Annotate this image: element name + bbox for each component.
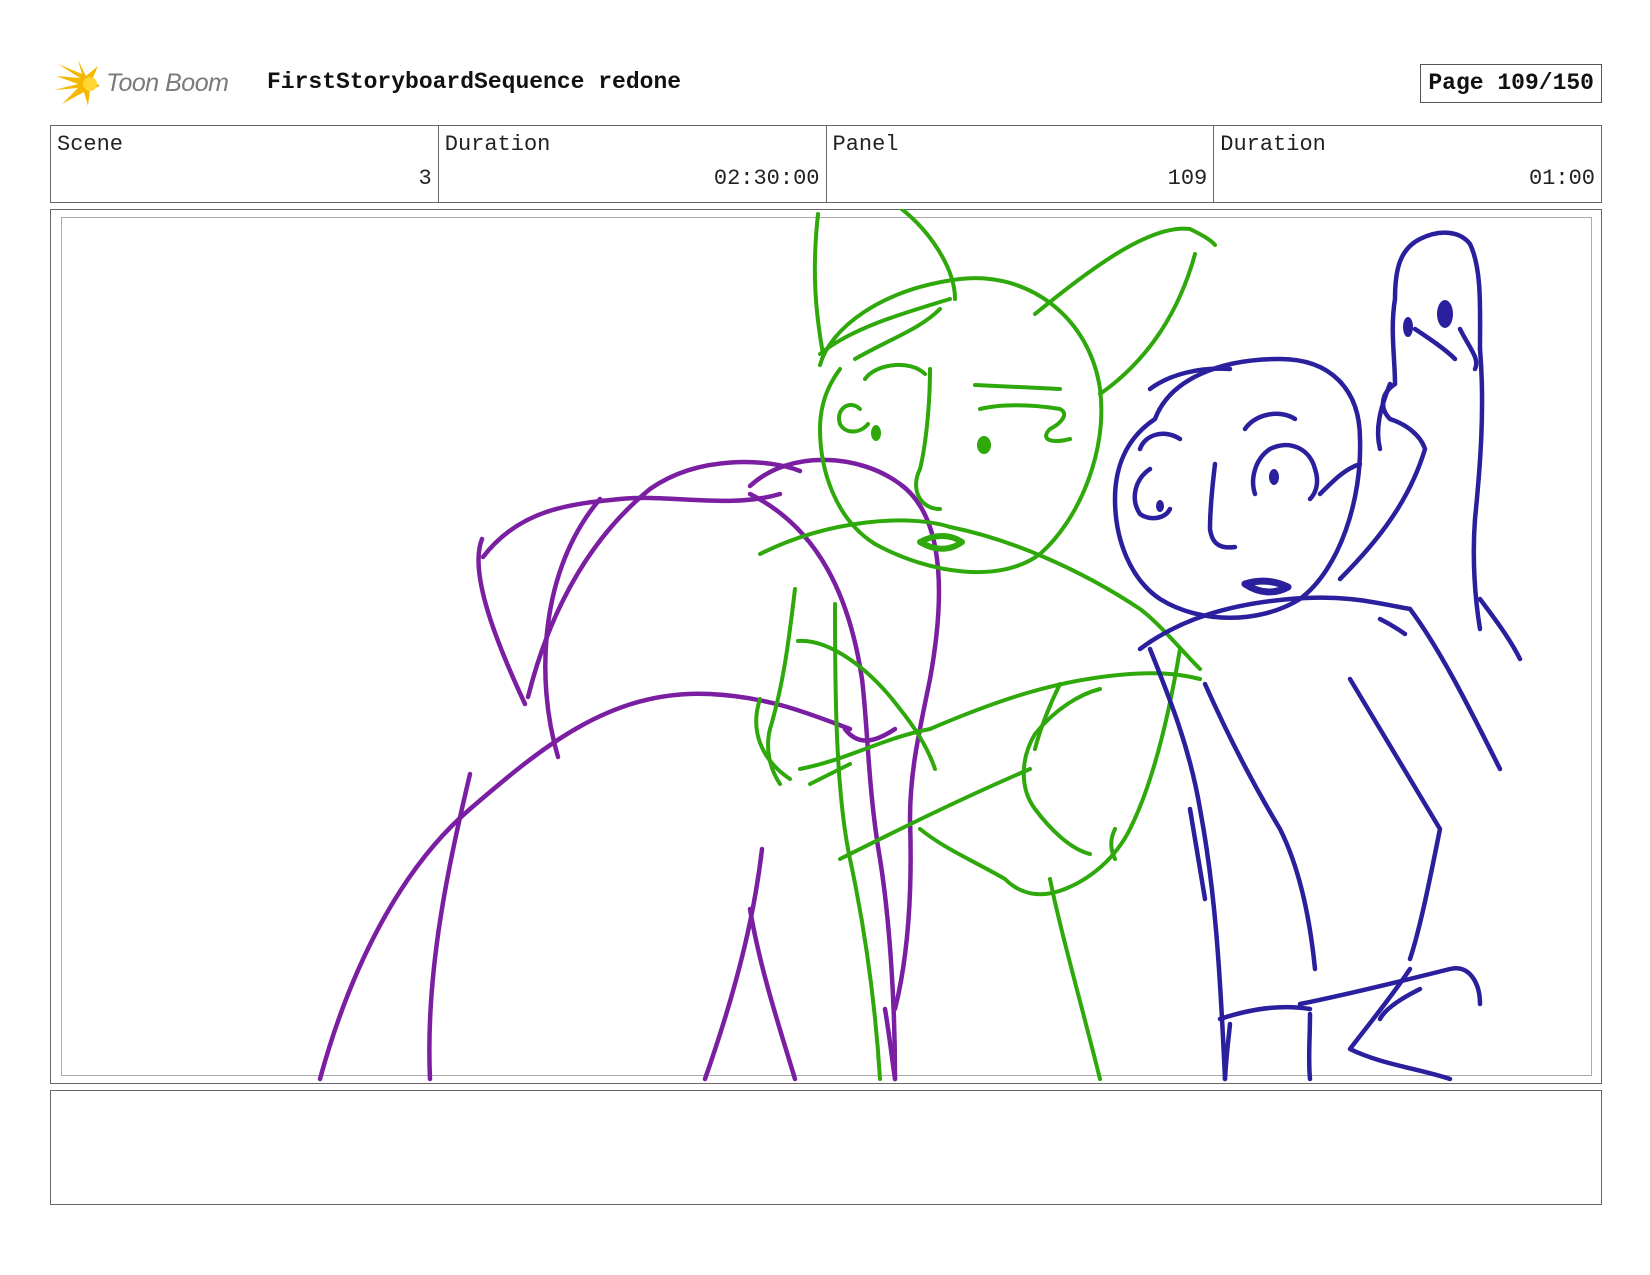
- project-title: FirstStoryboardSequence redone: [267, 69, 682, 95]
- starburst-icon: [54, 60, 100, 106]
- scene-value: 3: [418, 166, 432, 191]
- toon-boom-logo: Toon Boom: [54, 58, 264, 108]
- panel-duration-value: 01:00: [1528, 166, 1595, 191]
- panel-info-table: Scene 3 Duration 02:30:00 Panel 109 Dura…: [50, 125, 1602, 203]
- panel-duration-cell: Duration 01:00: [1214, 126, 1601, 202]
- logo-text: Toon Boom: [106, 68, 229, 97]
- storyboard-header: Toon Boom FirstStoryboardSequence redone…: [50, 58, 1602, 108]
- panel-cell: Panel 109: [827, 126, 1215, 202]
- panel-notes-box: [50, 1090, 1602, 1205]
- panel-label: Panel: [832, 132, 899, 157]
- panel-sketch: [317, 209, 1523, 1082]
- panel-duration-label: Duration: [1220, 132, 1326, 157]
- panel-value: 109: [1167, 166, 1208, 191]
- page-indicator: Page 109/150: [1420, 64, 1602, 103]
- purple-character-sketch: [317, 457, 942, 1082]
- scene-duration-label: Duration: [444, 132, 551, 157]
- scene-duration-value: 02:30:00: [713, 166, 820, 191]
- scene-label: Scene: [57, 132, 124, 157]
- scene-duration-cell: Duration 02:30:00: [439, 126, 827, 202]
- scene-cell: Scene 3: [51, 126, 439, 202]
- blue-character-sketch: [1112, 230, 1523, 1082]
